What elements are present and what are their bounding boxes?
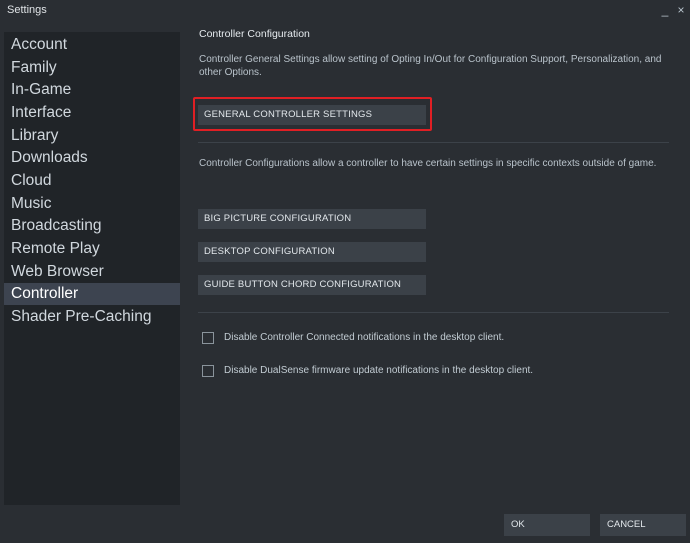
guide-button-chord-configuration-button[interactable]: GUIDE BUTTON CHORD CONFIGURATION bbox=[198, 275, 426, 295]
highlight-box bbox=[193, 97, 432, 131]
sidebar-item-family[interactable]: Family bbox=[4, 57, 180, 79]
checkbox[interactable] bbox=[202, 332, 214, 344]
sidebar-item-remote-play[interactable]: Remote Play bbox=[4, 238, 180, 260]
checkbox-label: Disable DualSense firmware update notifi… bbox=[224, 365, 534, 376]
window-title: Settings bbox=[7, 4, 47, 16]
divider bbox=[198, 312, 669, 313]
sidebar-item-web-browser[interactable]: Web Browser bbox=[4, 261, 180, 283]
sidebar-item-music[interactable]: Music bbox=[4, 193, 180, 215]
general-settings-description: Controller General Settings allow settin… bbox=[199, 54, 662, 78]
minimize-icon[interactable]: _ bbox=[658, 1, 672, 19]
sidebar-item-cloud[interactable]: Cloud bbox=[4, 170, 180, 192]
sidebar-item-interface[interactable]: Interface bbox=[4, 102, 180, 124]
divider bbox=[198, 142, 669, 143]
desktop-configuration-button[interactable]: DESKTOP CONFIGURATION bbox=[198, 242, 426, 262]
checkbox-label: Disable Controller Connected notificatio… bbox=[224, 332, 505, 343]
configurations-description: Controller Configurations allow a contro… bbox=[199, 158, 657, 169]
sidebar-item-shader-pre-caching[interactable]: Shader Pre-Caching bbox=[4, 306, 180, 328]
checkbox[interactable] bbox=[202, 365, 214, 377]
sidebar-item-library[interactable]: Library bbox=[4, 125, 180, 147]
dialog-footer: OK CANCEL bbox=[0, 505, 690, 543]
controller-settings-panel: Controller Configuration Controller Gene… bbox=[180, 22, 690, 505]
sidebar-item-broadcasting[interactable]: Broadcasting bbox=[4, 215, 180, 237]
ok-button[interactable]: OK bbox=[504, 514, 590, 536]
controller-connected-notifications-option[interactable]: Disable Controller Connected notificatio… bbox=[202, 331, 652, 347]
section-title: Controller Configuration bbox=[199, 28, 310, 40]
sidebar-item-downloads[interactable]: Downloads bbox=[4, 147, 180, 169]
close-icon[interactable]: × bbox=[674, 1, 688, 19]
big-picture-configuration-button[interactable]: BIG PICTURE CONFIGURATION bbox=[198, 209, 426, 229]
sidebar-item-in-game[interactable]: In-Game bbox=[4, 79, 180, 101]
sidebar-item-controller[interactable]: Controller bbox=[4, 283, 180, 305]
dualsense-firmware-notifications-option[interactable]: Disable DualSense firmware update notifi… bbox=[202, 364, 652, 380]
settings-sidebar: Account Family In-Game Interface Library… bbox=[4, 32, 180, 505]
cancel-button[interactable]: CANCEL bbox=[600, 514, 686, 536]
sidebar-item-account[interactable]: Account bbox=[4, 34, 180, 56]
title-bar: Settings _ × bbox=[0, 0, 690, 22]
